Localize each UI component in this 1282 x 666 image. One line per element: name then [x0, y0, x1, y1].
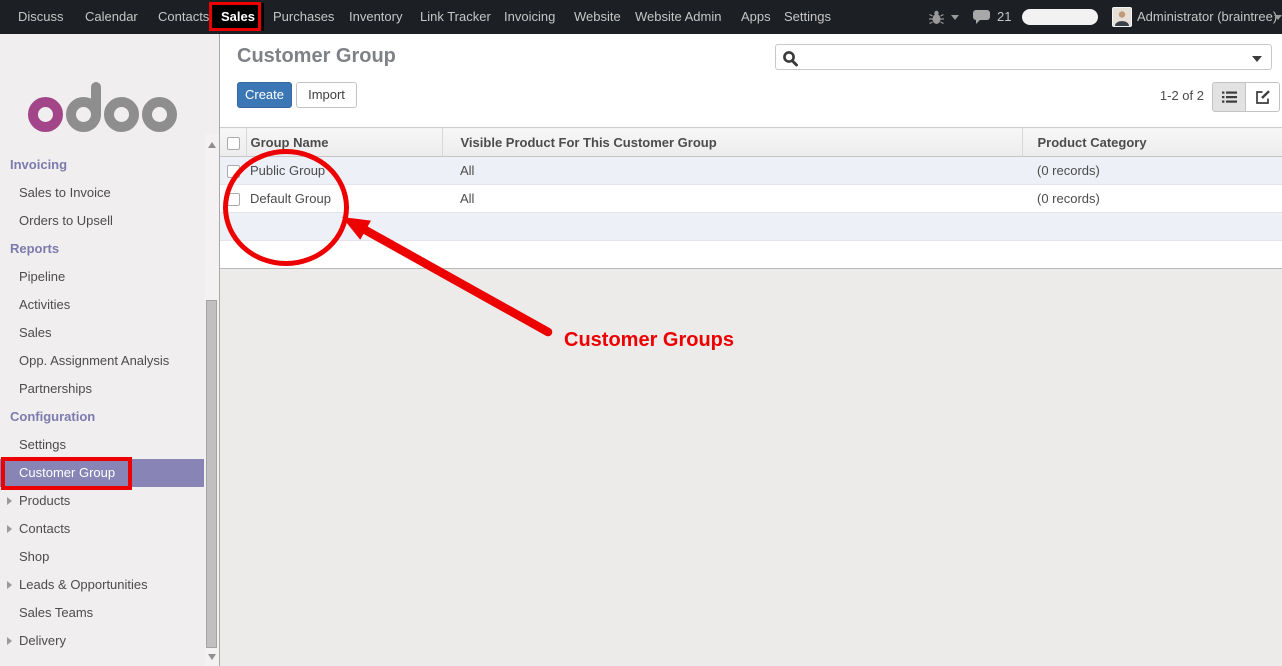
logo-ring-4 [142, 97, 177, 132]
caret-right-icon [7, 525, 12, 533]
cell-product-category[interactable]: (0 records) [1022, 157, 1282, 185]
nav-website[interactable]: Website [574, 0, 621, 34]
create-button[interactable]: Create [237, 82, 292, 108]
nav-settings[interactable]: Settings [784, 0, 831, 34]
user-menu[interactable]: Administrator (braintree) [1137, 0, 1277, 34]
search-dropdown-caret-icon[interactable] [1252, 56, 1262, 62]
logo-ring-1 [28, 97, 63, 132]
sidebar-item-customer-group[interactable]: Customer Group [0, 459, 204, 487]
sidebar-item-delivery[interactable]: Delivery [0, 627, 205, 655]
customer-group-table: Group Name Visible Product For This Cust… [220, 127, 1282, 269]
sidebar-item-sales-to-invoice[interactable]: Sales to Invoice [0, 179, 205, 207]
top-navbar: Discuss Calendar Contacts Sales Purchase… [0, 0, 1282, 34]
nav-invoicing[interactable]: Invoicing [504, 0, 555, 34]
user-menu-caret-icon[interactable] [1274, 15, 1282, 20]
user-avatar[interactable] [1112, 7, 1132, 27]
select-all-checkbox[interactable] [227, 137, 240, 150]
caret-right-icon [7, 497, 12, 505]
sidebar-menu: Invoicing Sales to Invoice Orders to Ups… [0, 151, 205, 655]
sidebar-item-sales[interactable]: Sales [0, 319, 205, 347]
sidebar-section-configuration: Configuration [0, 403, 205, 431]
sidebar-item-orders-to-upsell[interactable]: Orders to Upsell [0, 207, 205, 235]
logo-d-stem [91, 82, 101, 116]
empty-row [220, 241, 1282, 269]
nav-link-tracker[interactable]: Link Tracker [420, 0, 491, 34]
cell-group-name[interactable]: Default Group [246, 185, 442, 213]
sidebar-item-sales-teams[interactable]: Sales Teams [0, 599, 205, 627]
sidebar-item-pipeline[interactable]: Pipeline [0, 263, 205, 291]
list-view-button[interactable] [1212, 82, 1246, 112]
sidebar-item-settings[interactable]: Settings [0, 431, 205, 459]
sidebar-scrollbar[interactable] [205, 134, 219, 666]
page-title: Customer Group [237, 45, 396, 68]
sidebar-section-invoicing: Invoicing [0, 151, 205, 179]
sidebar: odoo Invoicing Sales to Invoice Orders t… [0, 34, 220, 666]
sidebar-item-label: Delivery [19, 633, 66, 648]
import-button[interactable]: Import [296, 82, 357, 108]
odoo-logo: odoo [0, 58, 200, 128]
empty-row [220, 213, 1282, 241]
logo-ring-3 [104, 97, 139, 132]
bug-menu-caret-icon[interactable] [951, 15, 959, 20]
scrollbar-thumb[interactable] [206, 300, 217, 648]
cell-visible-product[interactable]: All [442, 185, 1022, 213]
caret-right-icon [7, 637, 12, 645]
table-header-row: Group Name Visible Product For This Cust… [220, 128, 1282, 157]
bug-icon[interactable] [928, 9, 945, 30]
row-checkbox[interactable] [227, 193, 240, 206]
cell-group-name[interactable]: Public Group [246, 157, 442, 185]
cell-product-category[interactable]: (0 records) [1022, 185, 1282, 213]
odoo-screen: Discuss Calendar Contacts Sales Purchase… [0, 0, 1282, 666]
caret-right-icon [7, 581, 12, 589]
table-row-public-group[interactable]: Public Group All (0 records) [220, 157, 1282, 185]
column-group-name[interactable]: Group Name [246, 128, 442, 157]
cell-visible-product[interactable]: All [442, 157, 1022, 185]
sidebar-item-label: Contacts [19, 521, 70, 536]
nav-purchases[interactable]: Purchases [273, 0, 334, 34]
chat-bubble-icon[interactable] [972, 9, 992, 31]
sidebar-item-contacts[interactable]: Contacts [0, 515, 205, 543]
sidebar-item-activities[interactable]: Activities [0, 291, 205, 319]
sidebar-item-partnerships[interactable]: Partnerships [0, 375, 205, 403]
sidebar-item-opp-assignment-analysis[interactable]: Opp. Assignment Analysis [0, 347, 205, 375]
list-icon [1222, 90, 1237, 104]
message-count-badge[interactable]: 21 [997, 0, 1011, 34]
view-switcher [1212, 82, 1280, 112]
sidebar-item-leads-opportunities[interactable]: Leads & Opportunities [0, 571, 205, 599]
content-footer-area [220, 268, 1282, 666]
sidebar-item-label: Leads & Opportunities [19, 577, 148, 592]
sidebar-item-shop[interactable]: Shop [0, 543, 205, 571]
nav-discuss[interactable]: Discuss [18, 0, 64, 34]
column-visible-product[interactable]: Visible Product For This Customer Group [442, 128, 1022, 157]
search-icon [782, 50, 799, 72]
nav-contacts[interactable]: Contacts [158, 0, 209, 34]
planner-progressbar[interactable] [1022, 9, 1098, 25]
main-content: Customer Group Create Import 1-2 of 2 [220, 34, 1282, 666]
nav-sales[interactable]: Sales [212, 3, 264, 31]
column-product-category[interactable]: Product Category [1022, 128, 1282, 157]
row-checkbox[interactable] [227, 165, 240, 178]
sidebar-item-label: Products [19, 493, 70, 508]
odoo-logo-text: odoo [0, 58, 1, 59]
pager-counter: 1-2 of 2 [1160, 88, 1204, 103]
search-box [775, 44, 1272, 70]
search-input[interactable] [806, 47, 1226, 67]
nav-inventory[interactable]: Inventory [349, 0, 402, 34]
form-view-button[interactable] [1246, 82, 1280, 112]
table-row-default-group[interactable]: Default Group All (0 records) [220, 185, 1282, 213]
nav-website-admin[interactable]: Website Admin [635, 0, 721, 34]
select-all-header [220, 128, 246, 157]
edit-icon [1255, 90, 1271, 105]
scroll-up-icon[interactable] [208, 142, 216, 148]
sidebar-item-products[interactable]: Products [0, 487, 205, 515]
scroll-down-icon[interactable] [208, 654, 216, 660]
nav-apps[interactable]: Apps [741, 0, 771, 34]
nav-calendar[interactable]: Calendar [85, 0, 138, 34]
sidebar-section-reports: Reports [0, 235, 205, 263]
